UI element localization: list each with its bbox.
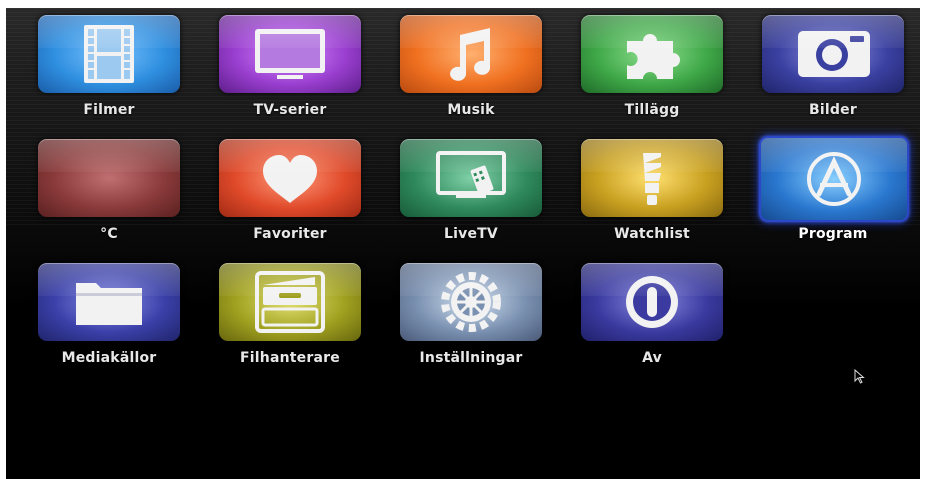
menu-tile-icon-box	[219, 139, 361, 217]
menu-tile-label: LiveTV	[444, 226, 498, 242]
menu-tile-label: Inställningar	[419, 350, 523, 366]
puzzle-piece-icon	[627, 34, 680, 79]
menu-tile-filhanterare[interactable]: Filhanterare	[216, 260, 364, 372]
menu-tile-musik[interactable]: Musik	[397, 12, 545, 124]
menu-tile-icon-box	[581, 263, 723, 341]
mouse-pointer-icon	[854, 369, 865, 384]
menu-tile-livetv[interactable]: LiveTV	[397, 136, 545, 248]
menu-tile-label: Watchlist	[614, 226, 690, 242]
menu-tile-program[interactable]: Program	[759, 136, 909, 248]
menu-tile-watchlist[interactable]: Watchlist	[578, 136, 726, 248]
menu-tile-label: Bilder	[809, 102, 857, 118]
menu-tile-icon-box	[38, 139, 180, 217]
menu-tile-icon-box	[581, 15, 723, 93]
menu-tile-label: Musik	[447, 102, 495, 118]
menu-tile-label: Favoriter	[253, 226, 327, 242]
menu-tile-icon-box	[400, 139, 542, 217]
menu-tile-label: Av	[642, 350, 662, 366]
menu-tile-icon-box	[400, 15, 542, 93]
folder-icon	[76, 283, 142, 325]
tv-icon	[255, 29, 325, 79]
menu-tile-label: °C	[100, 226, 118, 242]
menu-tile-icon-box	[759, 136, 909, 222]
menu-tile-icon-box	[762, 15, 904, 93]
power-icon	[626, 276, 678, 328]
menu-tile-icon-box	[219, 263, 361, 341]
menu-tile-icon-box	[219, 15, 361, 93]
menu-tile-mediakallor[interactable]: Mediakällor	[35, 260, 183, 372]
menu-tile-installningar[interactable]: Inställningar	[397, 260, 545, 372]
menu-tile-icon-box	[581, 139, 723, 217]
home-menu-screen: Filmer TV-serier Musik Tillägg Bilder °C…	[6, 8, 920, 479]
menu-tile-icon-box	[400, 263, 542, 341]
menu-tile-label: Tillägg	[624, 102, 680, 118]
menu-tile-weather[interactable]: °C	[35, 136, 183, 248]
music-note-icon	[450, 28, 491, 81]
app-store-icon	[807, 152, 861, 206]
live-tv-icon	[436, 151, 506, 198]
menu-tile-label: TV-serier	[253, 102, 327, 118]
menu-tile-bilder[interactable]: Bilder	[759, 12, 907, 124]
menu-tile-label: Filhanterare	[240, 350, 340, 366]
camera-icon	[798, 31, 870, 77]
gear-icon	[441, 272, 501, 332]
file-box-icon	[255, 271, 325, 333]
menu-tile-label: Mediakällor	[61, 350, 157, 366]
menu-tile-icon-box	[38, 15, 180, 93]
menu-tile-label: Filmer	[83, 102, 135, 118]
light-bulb-icon	[643, 153, 661, 205]
film-strip-icon	[84, 25, 134, 83]
menu-tile-tv-serier[interactable]: TV-serier	[216, 12, 364, 124]
menu-tile-av[interactable]: Av	[578, 260, 726, 372]
menu-tile-icon-box	[38, 263, 180, 341]
menu-tile-filmer[interactable]: Filmer	[35, 12, 183, 124]
heart-icon	[263, 155, 317, 203]
weather-icon	[38, 139, 180, 217]
menu-tile-tillagg[interactable]: Tillägg	[578, 12, 726, 124]
menu-tile-favoriter[interactable]: Favoriter	[216, 136, 364, 248]
menu-tile-label: Program	[798, 226, 868, 242]
